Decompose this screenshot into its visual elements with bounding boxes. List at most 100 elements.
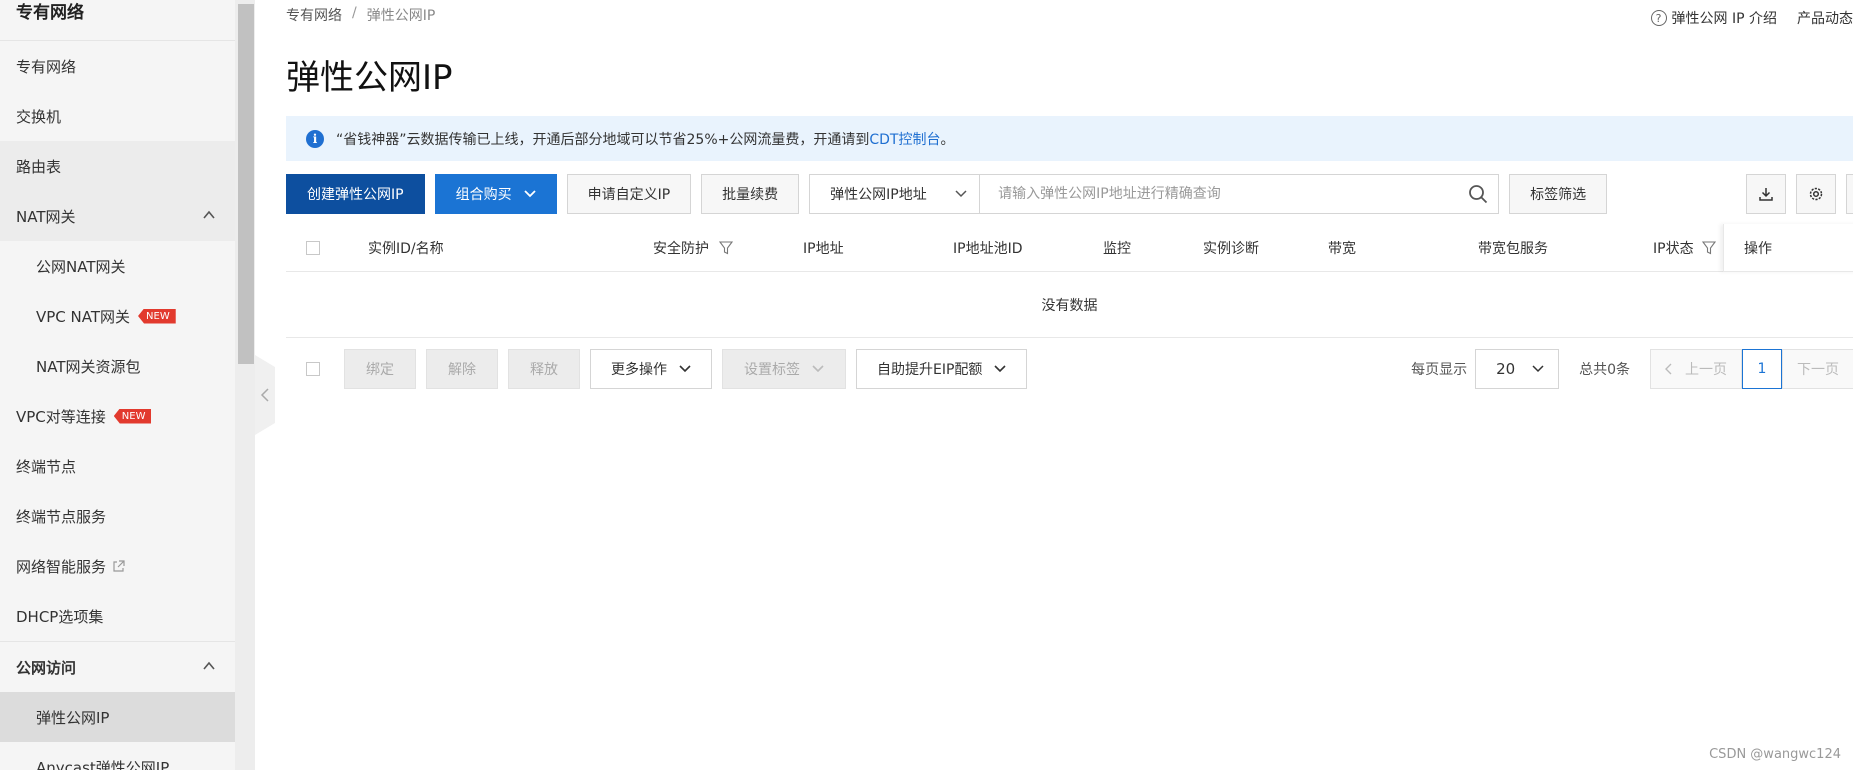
chevron-down-icon bbox=[955, 190, 967, 198]
breadcrumb-root[interactable]: 专有网络 bbox=[286, 5, 342, 25]
sidebar-item-network-intelligence[interactable]: 网络智能服务 bbox=[0, 541, 235, 591]
sidebar-item-endpoint[interactable]: 终端节点 bbox=[0, 441, 235, 491]
sidebar-item-label: 网络智能服务 bbox=[16, 557, 107, 576]
select-all-checkbox[interactable] bbox=[306, 241, 320, 255]
create-eip-button[interactable]: 创建弹性公网IP bbox=[286, 174, 425, 214]
pagination: 每页显示 20 总共0条 上一页 1 下一页 bbox=[1411, 349, 1853, 389]
sidebar-collapse-handle[interactable] bbox=[255, 355, 275, 435]
sidebar-item-eip[interactable]: 弹性公网IP bbox=[0, 692, 235, 742]
settings-button[interactable] bbox=[1796, 174, 1836, 214]
col-ip-status-label: IP状态 bbox=[1653, 241, 1694, 257]
col-instance-id: 实例ID/名称 bbox=[368, 241, 444, 257]
next-page-button[interactable]: 下一页 bbox=[1782, 349, 1853, 389]
top-links: ? 弹性公网 IP 介绍 产品动态 bbox=[1650, 8, 1853, 28]
tag-filter-button[interactable]: 标签筛选 bbox=[1509, 174, 1608, 214]
page-size-value: 20 bbox=[1496, 360, 1516, 378]
sidebar-item-vswitch[interactable]: 交换机 bbox=[0, 91, 235, 141]
breadcrumb: 专有网络 / 弹性公网IP bbox=[286, 5, 435, 25]
chevron-down-icon bbox=[812, 365, 824, 373]
watermark: CSDN @wangwc124 bbox=[1709, 747, 1841, 762]
col-bandwidth: 带宽 bbox=[1328, 241, 1356, 257]
sidebar-item-vpc-nat[interactable]: VPC NAT网关 NEW bbox=[0, 291, 235, 341]
combo-purchase-label: 组合购买 bbox=[455, 187, 512, 203]
sidebar-item-vpc-peering[interactable]: VPC对等连接 NEW bbox=[0, 391, 235, 441]
sidebar-item-label: 交换机 bbox=[16, 107, 62, 126]
unbind-button[interactable]: 解除 bbox=[426, 349, 498, 389]
set-tags-button[interactable]: 设置标签 bbox=[722, 349, 846, 389]
page-size-select[interactable]: 20 bbox=[1475, 349, 1560, 389]
sidebar-item-public-nat[interactable]: 公网NAT网关 bbox=[0, 241, 235, 291]
sidebar-group-nat[interactable]: NAT网关 bbox=[0, 191, 235, 241]
release-button[interactable]: 释放 bbox=[508, 349, 580, 389]
search-button[interactable] bbox=[1458, 175, 1499, 213]
bottom-select-cell bbox=[286, 362, 344, 376]
bottom-bar: 绑定 解除 释放 更多操作 设置标签 自助提升EIP配额 每页显示 20 总共0… bbox=[286, 349, 1853, 389]
page-number-current[interactable]: 1 bbox=[1742, 349, 1782, 389]
external-link-icon bbox=[113, 559, 125, 572]
filter-icon[interactable] bbox=[719, 241, 733, 255]
sidebar-item-anycast-eip[interactable]: Anycast弹性公网IP bbox=[0, 742, 235, 770]
table-header: 实例ID/名称 安全防护 IP地址 IP地址池ID 监控 实例诊断 带宽 带宽包… bbox=[286, 224, 1853, 272]
new-badge: NEW bbox=[138, 308, 176, 324]
sidebar-item-label: Anycast弹性公网IP bbox=[36, 758, 170, 770]
sidebar-item-nat-package[interactable]: NAT网关资源包 bbox=[0, 341, 235, 391]
more-tools-button[interactable] bbox=[1846, 174, 1853, 214]
sidebar-item-label: 专有网络 bbox=[16, 57, 77, 76]
col-security: 安全防护 bbox=[653, 224, 733, 272]
col-actions: 操作 bbox=[1723, 224, 1853, 272]
next-page-label: 下一页 bbox=[1797, 362, 1839, 378]
chevron-down-icon bbox=[994, 365, 1006, 373]
sidebar-item-label: 路由表 bbox=[16, 157, 62, 176]
combo-purchase-button[interactable]: 组合购买 bbox=[434, 174, 557, 214]
sidebar-item-label: 公网访问 bbox=[16, 658, 77, 677]
per-page-label: 每页显示 bbox=[1411, 362, 1468, 378]
notice-banner: i “省钱神器”云数据传输已上线，开通后部分地域可以节省25%+公网流量费，开通… bbox=[286, 116, 1853, 161]
sidebar-group-public-access[interactable]: 公网访问 bbox=[0, 642, 235, 692]
col-monitor: 监控 bbox=[1103, 241, 1131, 257]
sidebar: 专有网络 专有网络 交换机 路由表 NAT网关 公网NAT网关 VPC NAT网… bbox=[0, 0, 235, 770]
eip-quota-button[interactable]: 自助提升EIP配额 bbox=[856, 349, 1028, 389]
bind-button[interactable]: 绑定 bbox=[344, 349, 416, 389]
more-actions-label: 更多操作 bbox=[611, 362, 667, 378]
help-icon: ? bbox=[1650, 10, 1667, 26]
sidebar-item-route-table[interactable]: 路由表 bbox=[0, 141, 235, 191]
cdt-console-link[interactable]: CDT控制台 bbox=[869, 129, 940, 149]
sidebar-item-label: VPC NAT网关 bbox=[36, 307, 131, 326]
sidebar-item-endpoint-service[interactable]: 终端节点服务 bbox=[0, 491, 235, 541]
search-input[interactable] bbox=[980, 175, 1459, 213]
intro-link-label: 弹性公网 IP 介绍 bbox=[1671, 11, 1777, 27]
chevron-left-icon bbox=[1665, 363, 1672, 375]
col-bandwidth-package: 带宽包服务 bbox=[1478, 241, 1548, 257]
sidebar-item-label: NAT网关 bbox=[16, 207, 76, 226]
sidebar-title: 专有网络 bbox=[0, 0, 235, 41]
apply-custom-ip-button[interactable]: 申请自定义IP bbox=[566, 174, 692, 214]
sidebar-item-label: 弹性公网IP bbox=[36, 708, 110, 727]
set-tags-label: 设置标签 bbox=[744, 362, 800, 378]
col-diagnosis: 实例诊断 bbox=[1203, 241, 1259, 257]
intro-link[interactable]: ? 弹性公网 IP 介绍 bbox=[1650, 8, 1777, 28]
sidebar-item-label: DHCP选项集 bbox=[16, 607, 104, 626]
bottom-select-all-checkbox[interactable] bbox=[306, 362, 320, 376]
filter-icon[interactable] bbox=[1701, 241, 1716, 255]
search-group: 弹性公网IP地址 bbox=[809, 174, 1500, 214]
sidebar-item-dhcp[interactable]: DHCP选项集 bbox=[0, 591, 235, 641]
prev-page-label: 上一页 bbox=[1685, 362, 1727, 378]
sidebar-item-label: VPC对等连接 bbox=[16, 407, 106, 426]
download-button[interactable] bbox=[1746, 174, 1786, 214]
gear-icon bbox=[1809, 187, 1823, 201]
sidebar-scrollbar-thumb[interactable] bbox=[238, 4, 254, 364]
new-badge: NEW bbox=[113, 408, 152, 424]
more-actions-button[interactable]: 更多操作 bbox=[590, 349, 712, 389]
sidebar-item-label: 终端节点 bbox=[16, 457, 77, 476]
batch-renew-button[interactable]: 批量续费 bbox=[701, 174, 800, 214]
notice-suffix: 。 bbox=[940, 131, 955, 148]
chevron-down-icon bbox=[523, 190, 536, 198]
notice-text: “省钱神器”云数据传输已上线，开通后部分地域可以节省25%+公网流量费，开通请到 bbox=[336, 131, 870, 148]
chevron-left-icon bbox=[260, 388, 269, 402]
product-news-link[interactable]: 产品动态 bbox=[1797, 8, 1853, 28]
sidebar-item-label: NAT网关资源包 bbox=[36, 357, 141, 376]
sidebar-item-vpc[interactable]: 专有网络 bbox=[0, 41, 235, 91]
info-icon: i bbox=[306, 129, 324, 148]
search-type-select[interactable]: 弹性公网IP地址 bbox=[810, 175, 981, 213]
prev-page-button[interactable]: 上一页 bbox=[1650, 349, 1742, 389]
